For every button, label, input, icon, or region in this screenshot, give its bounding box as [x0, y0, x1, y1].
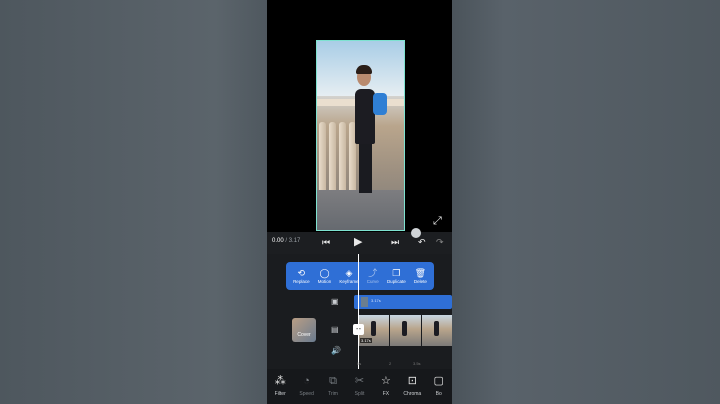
preview-backpack — [373, 93, 387, 115]
bottom-toolbar: ⁂ Filter ◔ Speed ⧉ Trim ✂ Split ☆ FX ⊡ C… — [267, 369, 452, 404]
time-ruler: 0s 2 3.5s — [267, 358, 452, 368]
replace-button[interactable]: ⟲ Replace — [293, 268, 310, 285]
delete-button[interactable]: 🗑 Delete — [414, 268, 427, 285]
filter-label: Filter — [274, 391, 286, 397]
speed-icon: ◔ — [303, 375, 310, 387]
editor-app: ⤢ 0.00 / 3.17 ⏮ ▶ ⏭ ↶ ↷ ⟲ Replace ◯ Moti… — [267, 0, 452, 404]
overlay-clip[interactable]: 3.17s — [354, 295, 452, 309]
video-clip[interactable] — [359, 315, 452, 346]
redo-icon[interactable]: ↷ — [436, 236, 444, 248]
preview-frame[interactable] — [316, 40, 405, 231]
skip-start-icon[interactable]: ⏮ — [322, 236, 330, 248]
ruler-tick: 3.5s — [413, 361, 421, 366]
duplicate-icon: ❐ — [392, 267, 401, 278]
curve-button[interactable]: ⤴ Curve — [367, 268, 379, 285]
border-button[interactable]: ▢ Bo — [426, 369, 452, 404]
fullscreen-icon[interactable]: ⤢ — [433, 215, 445, 227]
clip-popup-toolbar: ⟲ Replace ◯ Motion ◈ Keyframe ⤴ Curve ❐ … — [286, 262, 434, 290]
speed-label: Speed — [299, 391, 314, 397]
chroma-icon: ⊡ — [407, 375, 417, 387]
filter-icon: ⁂ — [274, 375, 286, 387]
preview-person-hair — [356, 65, 372, 74]
border-icon: ▢ — [433, 375, 444, 387]
keyframe-icon: ◈ — [345, 267, 353, 278]
split-button[interactable]: ✂ Split — [346, 369, 372, 404]
timeline: ⟲ Replace ◯ Motion ◈ Keyframe ⤴ Curve ❐ … — [267, 254, 452, 369]
add-text-track-icon[interactable]: ▤ — [331, 325, 339, 334]
playhead[interactable] — [358, 254, 359, 369]
cover-label: Cover — [297, 332, 311, 338]
chroma-button[interactable]: ⊡ Chroma — [399, 369, 425, 404]
split-label: Split — [354, 391, 365, 397]
curve-label: Curve — [366, 278, 379, 284]
skip-end-icon[interactable]: ⏭ — [391, 236, 399, 248]
fx-button[interactable]: ☆ FX — [373, 369, 399, 404]
border-label: Bo — [435, 391, 442, 397]
delete-icon: 🗑 — [414, 267, 427, 278]
trim-button[interactable]: ⧉ Trim — [320, 369, 346, 404]
delete-label: Delete — [413, 278, 427, 284]
motion-icon: ◯ — [319, 267, 330, 278]
fx-icon: ☆ — [380, 375, 391, 387]
preview-pillar — [329, 122, 336, 200]
video-frame-thumbnail — [421, 315, 452, 346]
current-time: 0.00 — [272, 238, 284, 244]
filter-button[interactable]: ⁂ Filter — [267, 369, 293, 404]
fx-label: FX — [382, 391, 390, 397]
duration: / 3.17 — [285, 238, 301, 244]
keyframe-button[interactable]: ◈ Keyframe — [339, 268, 358, 285]
replace-icon: ⟲ — [297, 267, 306, 278]
replace-label: Replace — [293, 278, 310, 284]
trim-label: Trim — [328, 391, 338, 397]
duplicate-button[interactable]: ❐ Duplicate — [387, 268, 406, 285]
motion-button[interactable]: ◯ Motion — [318, 268, 332, 285]
undo-icon[interactable]: ↶ — [418, 236, 426, 248]
keyframe-label: Keyframe — [339, 278, 359, 284]
video-preview: ⤢ — [267, 0, 452, 232]
preview-pillar — [339, 122, 346, 200]
time-readout: 0.00 / 3.17 — [272, 238, 300, 244]
motion-label: Motion — [317, 278, 332, 284]
ruler-tick: 0s — [357, 361, 362, 366]
volume-icon[interactable]: 🔊 — [331, 346, 341, 355]
play-icon[interactable]: ▶ — [354, 236, 362, 248]
video-frame-thumbnail — [390, 315, 421, 346]
curve-icon: ⤴ — [368, 267, 378, 278]
preview-pillar — [319, 122, 326, 200]
add-overlay-icon[interactable]: ▣ — [331, 297, 339, 306]
preview-floor — [317, 190, 404, 230]
ruler-tick: 2 — [389, 361, 392, 366]
playback-controls: 0.00 / 3.17 ⏮ ▶ ⏭ ↶ ↷ — [267, 228, 452, 254]
chroma-label: Chroma — [403, 391, 422, 397]
speed-button[interactable]: ◔ Speed — [293, 369, 319, 404]
trim-icon: ⧉ — [329, 375, 337, 387]
video-clip-duration: 3.17s — [360, 338, 372, 343]
overlay-clip-duration: 3.17s — [371, 298, 381, 303]
split-icon: ✂ — [354, 375, 365, 387]
duplicate-label: Duplicate — [386, 278, 406, 284]
preview-person-legs — [359, 141, 372, 193]
overlay-clip-thumbnail — [361, 297, 368, 307]
cover-button[interactable]: Cover — [292, 318, 316, 342]
preview-person — [355, 89, 375, 144]
